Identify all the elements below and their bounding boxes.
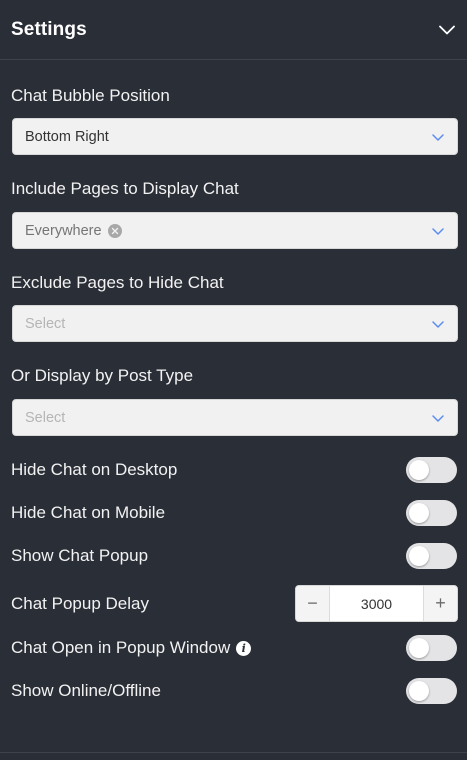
selected-tag: Everywhere: [25, 223, 122, 239]
settings-panel: Settings Chat Bubble Position Bottom Rig…: [0, 0, 467, 760]
remove-tag-icon[interactable]: [107, 223, 122, 238]
online-offline-label: Show Online/Offline: [11, 681, 161, 700]
online-offline-row: Show Online/Offline: [11, 678, 457, 704]
settings-header[interactable]: Settings: [0, 0, 467, 60]
bubble-position-value: Bottom Right: [25, 128, 109, 145]
online-offline-toggle[interactable]: [406, 678, 457, 704]
decrement-button[interactable]: −: [296, 586, 330, 621]
toggle-knob: [409, 638, 429, 658]
exclude-pages-label: Exclude Pages to Hide Chat: [11, 273, 224, 292]
popup-window-label: Chat Open in Popup Window: [11, 638, 231, 657]
toggle-knob: [409, 503, 429, 523]
chevron-down-icon[interactable]: [437, 20, 457, 40]
include-pages-label-wrap: Include Pages to Display Chat: [11, 179, 458, 199]
hide-desktop-toggle[interactable]: [406, 457, 457, 483]
post-type-label: Or Display by Post Type: [11, 366, 194, 385]
chevron-down-icon: [431, 317, 445, 331]
post-type-label-wrap: Or Display by Post Type: [11, 366, 458, 386]
popup-window-toggle[interactable]: [406, 635, 457, 661]
include-pages-select[interactable]: Everywhere: [12, 212, 458, 249]
post-type-select[interactable]: Select: [12, 399, 458, 436]
increment-button[interactable]: +: [423, 586, 457, 621]
exclude-pages-select[interactable]: Select: [12, 305, 458, 342]
hide-mobile-row: Hide Chat on Mobile: [11, 500, 457, 526]
popup-delay-stepper[interactable]: − 3000 +: [295, 585, 458, 622]
bubble-position-select[interactable]: Bottom Right: [12, 118, 458, 155]
popup-delay-value[interactable]: 3000: [330, 586, 423, 621]
info-icon[interactable]: i: [236, 640, 252, 656]
toggle-knob: [409, 546, 429, 566]
exclude-pages-label-wrap: Exclude Pages to Hide Chat: [11, 273, 458, 293]
section-divider: [0, 752, 467, 753]
popup-window-row: Chat Open in Popup Window i: [11, 635, 457, 661]
popup-delay-row: Chat Popup Delay − 3000 +: [11, 585, 458, 622]
hide-desktop-row: Hide Chat on Desktop: [11, 457, 457, 483]
hide-desktop-label: Hide Chat on Desktop: [11, 460, 178, 479]
exclude-pages-placeholder: Select: [25, 315, 66, 332]
selected-tag-label: Everywhere: [25, 222, 102, 239]
include-pages-label: Include Pages to Display Chat: [11, 179, 239, 198]
popup-window-label-wrap: Chat Open in Popup Window i: [11, 638, 252, 658]
bubble-position-label: Chat Bubble Position: [11, 86, 170, 105]
show-popup-toggle[interactable]: [406, 543, 457, 569]
popup-delay-label: Chat Popup Delay: [11, 593, 149, 613]
chevron-down-icon: [431, 224, 445, 238]
show-popup-label: Show Chat Popup: [11, 546, 149, 565]
toggle-knob: [409, 460, 429, 480]
toggle-knob: [409, 681, 429, 701]
chevron-down-icon: [431, 411, 445, 425]
chevron-down-icon: [431, 130, 445, 144]
hide-mobile-label: Hide Chat on Mobile: [11, 503, 166, 522]
show-popup-row: Show Chat Popup: [11, 543, 457, 569]
bubble-position-label-wrap: Chat Bubble Position: [11, 86, 458, 106]
hide-mobile-toggle[interactable]: [406, 500, 457, 526]
page-title: Settings: [11, 18, 87, 40]
post-type-placeholder: Select: [25, 409, 66, 426]
